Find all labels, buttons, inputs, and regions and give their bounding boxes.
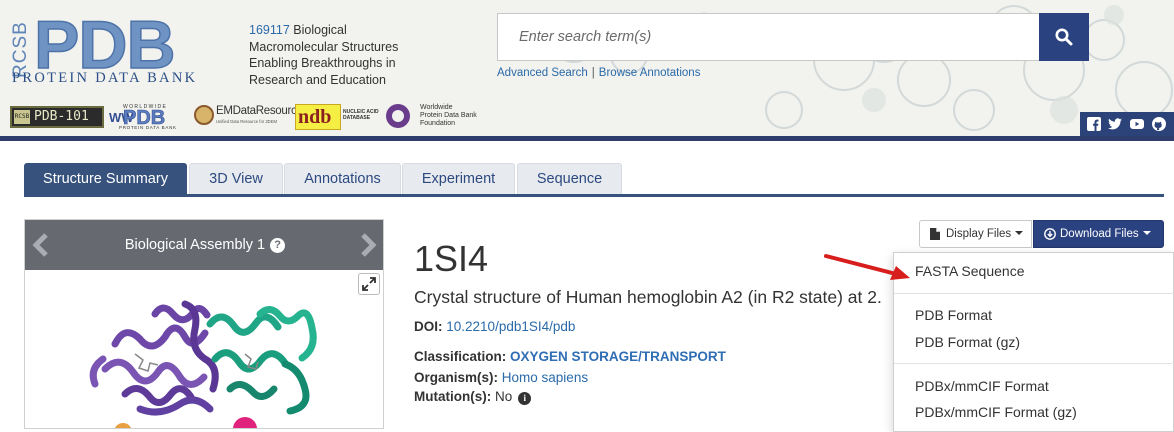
wwpdb-subtitle: PROTEIN DATA BANK (119, 125, 177, 130)
help-icon[interactable]: ? (270, 238, 286, 253)
tab-annotations[interactable]: Annotations (284, 163, 401, 194)
organism-label: Organism(s): (414, 370, 499, 385)
pdb101-rcsb-tag: RCSB (14, 110, 30, 124)
doi-label: DOI: (414, 319, 443, 334)
organism-link[interactable]: Homo sapiens (502, 370, 588, 385)
tab-structure-summary[interactable]: Structure Summary (24, 163, 187, 194)
mutation-line: Mutation(s): No i (414, 389, 532, 405)
wwpdb-logo[interactable]: WORLDWIDE WW PDB PROTEIN DATA BANK (109, 104, 189, 130)
download-files-button[interactable]: Download Files (1033, 220, 1164, 248)
site-tagline: 169117 Biological Macromolecular Structu… (249, 22, 419, 88)
search-input[interactable] (498, 14, 1039, 60)
pdb101-label: PDB-101 (34, 109, 89, 124)
classification-label: Classification: (414, 349, 507, 364)
foundation-icon (386, 104, 410, 128)
ndb-subtitle: NUCLEIC ACID DATABASE (343, 109, 379, 121)
youtube-icon[interactable] (1130, 117, 1144, 131)
ndb-letters: ndb (298, 106, 332, 128)
menu-item-pdb[interactable]: PDB Format (915, 307, 992, 323)
structure-tabs: Structure Summary 3D View Annotations Ex… (24, 163, 1164, 196)
display-files-label: Display Files (946, 228, 1012, 240)
twitter-icon[interactable] (1108, 117, 1122, 131)
assembly-title: Biological Assembly 1 (124, 237, 266, 253)
browse-annotations-link[interactable]: Browse Annotations (599, 67, 701, 79)
ndb-logo[interactable]: ndb NUCLEIC ACID DATABASE (295, 104, 385, 130)
github-icon[interactable] (1152, 117, 1166, 131)
display-files-button[interactable]: Display Files (919, 220, 1032, 248)
structure-id: 1SI4 (414, 238, 489, 279)
link-separator: | (591, 67, 595, 79)
structure-count-link[interactable]: 169117 (249, 23, 290, 37)
emdb-subtitle: Unified Data Resource for 3DEM (216, 119, 277, 124)
menu-item-fasta[interactable]: FASTA Sequence (915, 263, 1024, 279)
wwpdb-foundation-logo[interactable]: Worldwide Protein Data Bank Foundation (384, 102, 494, 130)
facebook-icon[interactable] (1087, 117, 1101, 131)
social-links (1080, 112, 1174, 136)
download-files-menu: FASTA Sequence PDB Format PDB Format (gz… (893, 252, 1174, 432)
caret-down-icon (1015, 231, 1024, 235)
search-field-wrapper (497, 13, 1039, 61)
classification-link[interactable]: OXYGEN STORAGE/TRANSPORT (510, 349, 726, 364)
viewer-title: Biological Assembly 1? (25, 220, 383, 270)
protein-structure-image (89, 300, 317, 428)
menu-divider (894, 293, 1174, 294)
ndb-box: ndb (295, 104, 341, 130)
tab-experiment[interactable]: Experiment (402, 163, 515, 194)
assembly-viewer: Biological Assembly 1? (24, 219, 384, 429)
menu-divider (894, 363, 1174, 364)
logo-subtitle: PROTEIN DATA BANK (12, 70, 198, 86)
menu-item-pdb-gz[interactable]: PDB Format (gz) (915, 334, 1020, 350)
emdb-title: EMDataResource (216, 105, 303, 117)
annotation-arrow-icon (824, 254, 910, 280)
tabs-underline (24, 194, 1164, 197)
tab-3d-view[interactable]: 3D View (189, 163, 283, 194)
mutation-value: No (495, 389, 513, 404)
doi-link[interactable]: 10.2210/pdb1SI4/pdb (446, 319, 575, 334)
header-bottom-bar (0, 136, 1174, 141)
structure-title: Crystal structure of Human hemoglobin A2… (414, 287, 882, 307)
emdataresource-logo[interactable]: EMDataResource Unified Data Resource for… (194, 104, 303, 130)
foundation-text: Worldwide Protein Data Bank Foundation (420, 104, 477, 127)
search-links: Advanced Search | Browse Annotations (497, 67, 700, 79)
caret-down-icon (1142, 231, 1151, 235)
emdb-seal-icon (194, 105, 214, 125)
viewer-header: Biological Assembly 1? (25, 220, 383, 270)
chevron-right-icon[interactable] (358, 233, 378, 257)
organism-line: Organism(s): Homo sapiens (414, 370, 588, 385)
site-header: RCSB PDB PROTEIN DATA BANK 169117 Biolog… (0, 0, 1174, 136)
classification-line: Classification: OXYGEN STORAGE/TRANSPORT (414, 349, 726, 364)
doi-line: DOI: 10.2210/pdb1SI4/pdb (414, 319, 575, 334)
info-icon[interactable]: i (518, 392, 532, 405)
download-files-label: Download Files (1060, 228, 1139, 240)
advanced-search-link[interactable]: Advanced Search (497, 67, 588, 79)
rcsb-pdb-logo[interactable]: RCSB PDB PROTEIN DATA BANK (8, 9, 240, 88)
file-icon (930, 228, 940, 240)
tab-sequence[interactable]: Sequence (517, 163, 622, 194)
search-icon (1055, 28, 1073, 46)
menu-item-mmcif[interactable]: PDBx/mmCIF Format (915, 378, 1049, 394)
mutation-label: Mutation(s): (414, 389, 492, 404)
menu-item-mmcif-gz[interactable]: PDBx/mmCIF Format (gz) (915, 404, 1077, 420)
download-icon (1044, 228, 1056, 240)
search-button[interactable] (1039, 13, 1089, 61)
pdb101-logo[interactable]: RCSB PDB-101 (10, 106, 104, 128)
